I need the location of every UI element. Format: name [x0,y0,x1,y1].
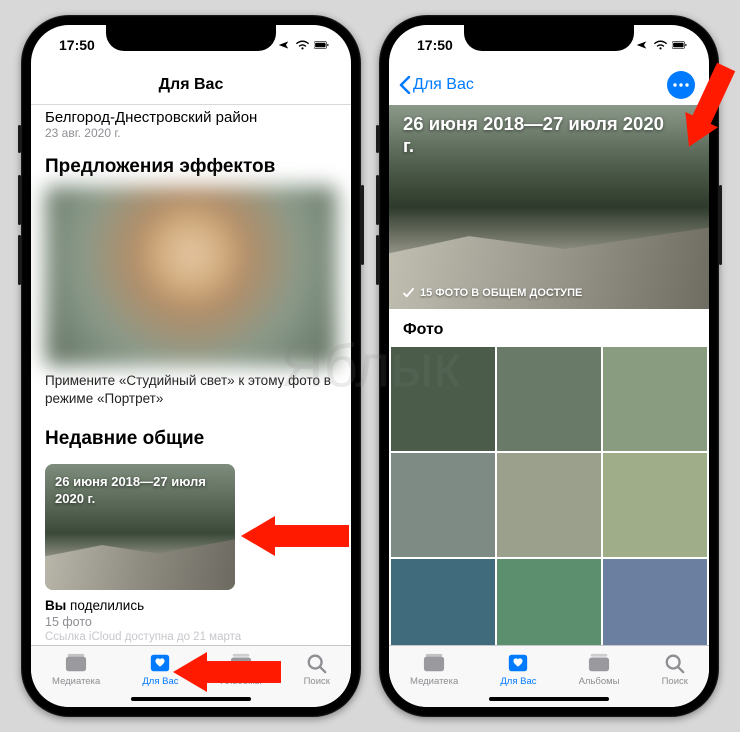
shared-card-title: 26 июня 2018—27 июля 2020 г. [45,464,235,518]
notch [464,25,634,51]
power-button [719,185,722,265]
home-indicator[interactable] [131,697,251,701]
hero-subtitle: 15 ФОТО В ОБЩЕМ ДОСТУПЕ [403,287,695,299]
search-icon [304,652,330,674]
tab-search[interactable]: Поиск [662,652,688,687]
search-icon [662,652,688,674]
photo-thumbnail[interactable] [391,559,495,645]
power-button [361,185,364,265]
tab-label: Для Вас [500,676,536,687]
airplane-icon [634,39,649,51]
notch [106,25,276,51]
photo-thumbnail[interactable] [391,453,495,557]
nav-bar: Для Вас [389,65,709,105]
library-icon [421,652,447,674]
effects-heading: Предложения эффектов [31,142,351,186]
nav-title: Для Вас [159,76,224,94]
volume-up [18,175,21,225]
location-title: Белгород-Днестровский район [45,109,337,126]
location-date: 23 авг. 2020 г. [45,126,337,140]
tab-label: Альбомы [579,676,620,687]
volume-up [376,175,379,225]
checkmark-icon [403,288,414,299]
annotation-arrow [173,649,283,695]
tab-label: Поиск [304,676,330,687]
tab-library[interactable]: Медиатека [52,652,100,687]
photo-thumbnail[interactable] [497,559,601,645]
airplane-icon [276,39,291,51]
tab-albums[interactable]: Альбомы [579,652,620,687]
tab-library[interactable]: Медиатека [410,652,458,687]
ellipsis-icon [673,83,689,87]
volume-down [376,235,379,285]
nav-bar: Для Вас [31,65,351,105]
back-button[interactable]: Для Вас [399,76,474,94]
library-icon [63,652,89,674]
phone-left: 17:50 Для Вас Белгород-Днестровский райо… [21,15,361,717]
content-scroll[interactable]: Белгород-Днестровский район 23 авг. 2020… [31,105,351,645]
for-you-icon [147,652,173,674]
photo-thumbnail[interactable] [603,347,707,451]
shared-album-card[interactable]: 26 июня 2018—27 июля 2020 г. [45,464,235,590]
wifi-icon [295,39,310,51]
phone-right: 17:50 Для Вас 26 июня 2018—27 июля 2020 … [379,15,719,717]
photos-heading: Фото [389,309,709,345]
mute-switch [18,125,21,153]
wifi-icon [653,39,668,51]
home-indicator[interactable] [489,697,609,701]
photo-thumbnail[interactable] [497,453,601,557]
chevron-left-icon [399,76,411,94]
effect-suggestion-image[interactable] [45,186,337,366]
hero-title: 26 июня 2018—27 июля 2020 г. [403,113,695,157]
photo-thumbnail[interactable] [603,453,707,557]
content-scroll[interactable]: 26 июня 2018—27 июля 2020 г. 15 ФОТО В О… [389,105,709,645]
icloud-link-note: Ссылка iCloud доступна до 21 марта [45,631,337,643]
tab-label: Поиск [662,676,688,687]
back-label: Для Вас [413,76,474,94]
annotation-arrow [241,513,351,559]
for-you-icon [505,652,531,674]
photo-grid [389,345,709,645]
tab-for-you[interactable]: Для Вас [500,652,536,687]
recent-shared-heading: Недавние общие [31,414,351,458]
photo-thumbnail[interactable] [497,347,601,451]
effect-caption: Примените «Студийный свет» к этому фото … [31,366,351,414]
hero-image[interactable]: 26 июня 2018—27 июля 2020 г. 15 ФОТО В О… [389,105,709,309]
you-shared-line: Вы поделились [45,598,337,613]
tab-search[interactable]: Поиск [304,652,330,687]
status-time: 17:50 [59,37,95,53]
photo-count: 15 фото [45,615,337,629]
volume-down [18,235,21,285]
battery-icon [314,39,329,51]
albums-icon [586,652,612,674]
tab-label: Медиатека [52,676,100,687]
battery-icon [672,39,687,51]
mute-switch [376,125,379,153]
tab-label: Медиатека [410,676,458,687]
photo-thumbnail[interactable] [391,347,495,451]
status-time: 17:50 [417,37,453,53]
photo-thumbnail[interactable] [603,559,707,645]
